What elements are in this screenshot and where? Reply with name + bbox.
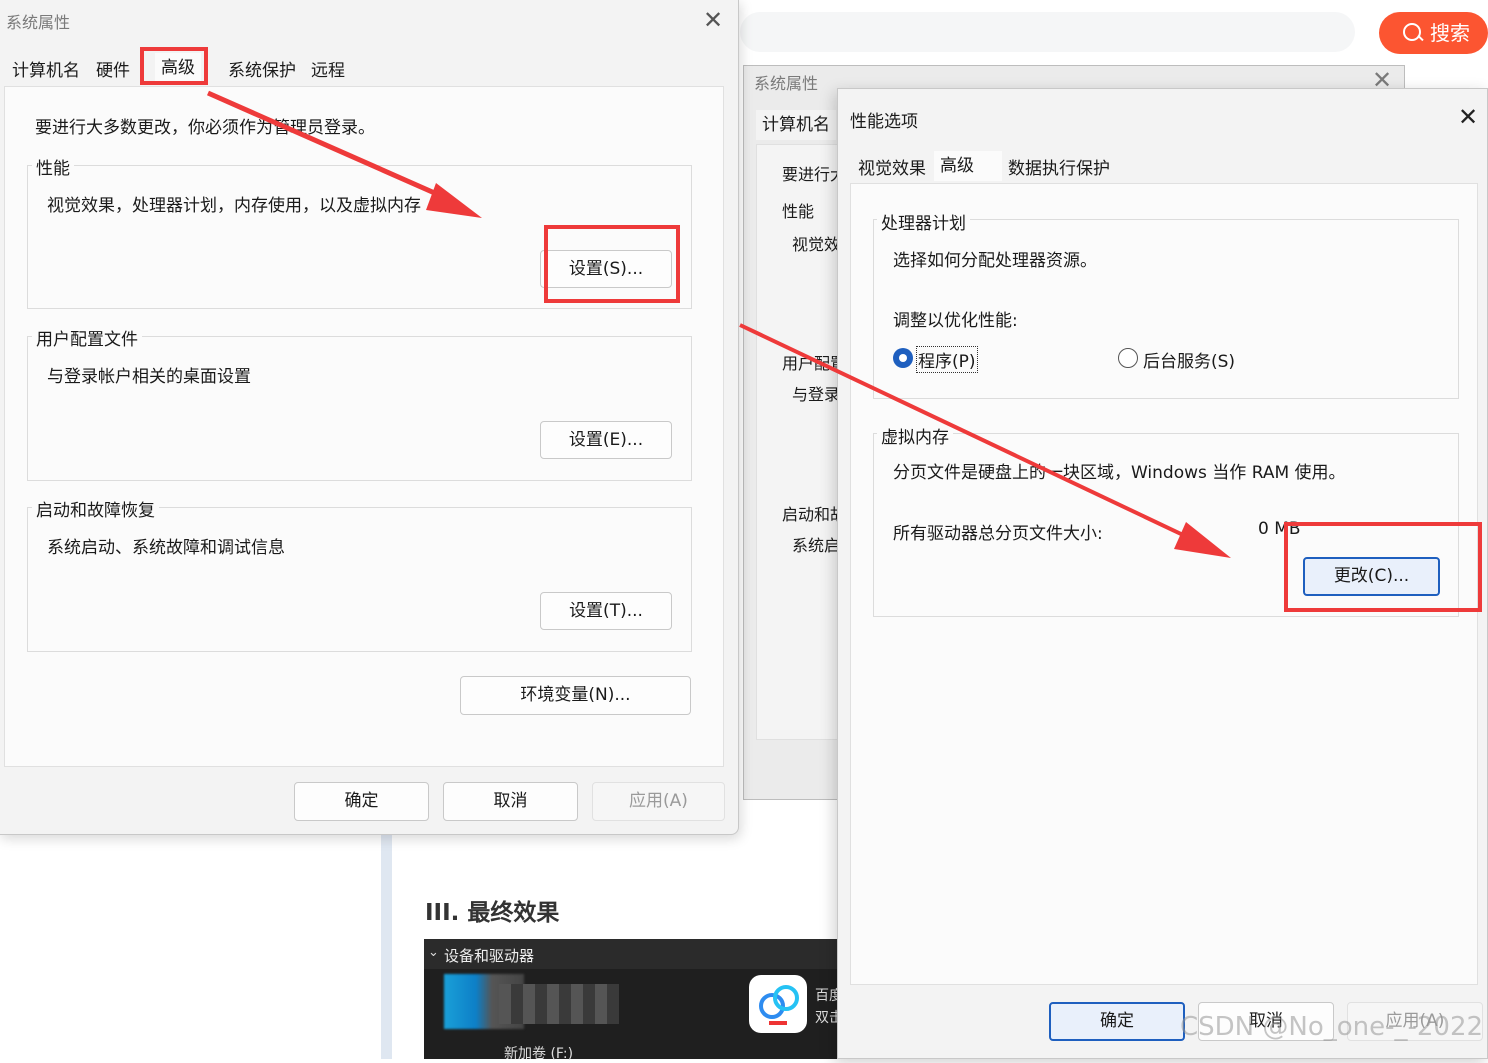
- close-icon[interactable]: ✕: [703, 8, 723, 32]
- performance-settings-button[interactable]: 设置(S)...: [540, 250, 672, 288]
- user-profiles-group: [27, 336, 692, 481]
- environment-variables-button[interactable]: 环境变量(N)...: [460, 676, 691, 715]
- tab-advanced[interactable]: 高级: [155, 53, 201, 83]
- perf-label-fragment: 性能: [782, 202, 815, 221]
- button-label: 取消: [493, 791, 528, 811]
- adjust-label: 调整以优化性能:: [893, 311, 1018, 331]
- total-paging-value: 0 MB: [1258, 519, 1301, 539]
- explorer-screenshot: ⌄ 设备和驱动器 新加卷 (F:) 百度 双击: [424, 939, 844, 1062]
- drive-label: 新加卷 (F:): [504, 1046, 574, 1062]
- tab-visual-effects[interactable]: 视觉效果: [852, 154, 932, 184]
- close-icon[interactable]: ✕: [1458, 105, 1478, 129]
- user-profiles-label: 用户配置文件: [32, 325, 142, 350]
- search-icon: [1403, 23, 1421, 41]
- radio-background-services-label[interactable]: 后台服务(S): [1143, 347, 1235, 372]
- button-label: 确定: [344, 791, 379, 811]
- apply-button[interactable]: 应用(A): [592, 782, 725, 821]
- performance-options-window: 性能选项 ✕ 视觉效果 高级 数据执行保护 处理器计划 选择如何分配处理器资源。…: [837, 88, 1488, 1059]
- ok-button[interactable]: 确定: [1049, 1002, 1185, 1041]
- startup-desc-fragment: 系统启: [792, 536, 841, 555]
- drive-info-pixelated: [499, 984, 619, 1024]
- button-label: 设置(T)...: [569, 601, 643, 621]
- virtual-memory-label: 虚拟内存: [877, 423, 953, 448]
- radio-programs-label[interactable]: 程序(P): [916, 346, 978, 373]
- button-label: 设置(S)...: [568, 259, 644, 279]
- startup-settings-button[interactable]: 设置(T)...: [540, 592, 672, 630]
- tab-remote[interactable]: 远程: [305, 56, 351, 86]
- button-label: 设置(E)...: [568, 430, 644, 450]
- explorer-section-label: 设备和驱动器: [444, 947, 535, 965]
- browser-search-bar[interactable]: [740, 12, 1355, 52]
- user-profiles-settings-button[interactable]: 设置(E)...: [540, 421, 672, 459]
- button-label: 环境变量(N)...: [520, 685, 631, 705]
- tab-dep[interactable]: 数据执行保护: [1002, 154, 1116, 184]
- processor-scheduling-desc: 选择如何分配处理器资源。: [893, 251, 1097, 271]
- tab-advanced[interactable]: 高级: [934, 151, 1002, 181]
- chevron-down-icon: ⌄: [428, 945, 439, 960]
- button-label: 确定: [1100, 1011, 1134, 1031]
- cancel-button[interactable]: 取消: [443, 782, 578, 821]
- performance-desc: 视觉效果，处理器计划，内存使用，以及虚拟内存: [47, 196, 421, 216]
- perf-desc-fragment: 视觉效: [792, 235, 841, 254]
- change-virtual-memory-button[interactable]: 更改(C)...: [1303, 557, 1440, 596]
- startup-recovery-group: [27, 507, 692, 652]
- window-title: 系统属性: [6, 13, 71, 32]
- browser-search-button[interactable]: 搜索: [1379, 12, 1488, 54]
- article-heading: III. 最终效果: [425, 900, 560, 926]
- system-properties-window: 系统属性 ✕ 计算机名 硬件 高级 系统保护 远程 要进行大多数更改，你必须作为…: [0, 0, 739, 835]
- tab-computer-name[interactable]: 计算机名: [6, 56, 86, 86]
- performance-label: 性能: [32, 154, 74, 179]
- tab-hardware[interactable]: 硬件: [90, 56, 136, 86]
- search-button-label: 搜索: [1430, 21, 1470, 45]
- button-label: 更改(C)...: [1333, 566, 1410, 586]
- csdn-watermark: CSDN @No_one-_-2022: [1180, 1012, 1484, 1042]
- radio-programs[interactable]: [893, 348, 913, 368]
- startup-recovery-label: 启动和故障恢复: [32, 496, 159, 521]
- article-left-rule: [381, 830, 392, 1059]
- total-paging-label: 所有驱动器总分页文件大小:: [893, 524, 1103, 544]
- baidu-netdisk-icon: [749, 975, 807, 1033]
- ok-button[interactable]: 确定: [294, 782, 429, 821]
- search-icon-handle: [1417, 34, 1424, 42]
- admin-note: 要进行大多数更改，你必须作为管理员登录。: [35, 118, 375, 138]
- window-title: 性能选项: [850, 112, 918, 132]
- virtual-memory-desc: 分页文件是硬盘上的一块区域，Windows 当作 RAM 使用。: [893, 463, 1346, 483]
- window-title: 系统属性: [754, 74, 819, 93]
- tab-computer-name[interactable]: 计算机名: [756, 110, 836, 140]
- button-label: 应用(A): [629, 791, 688, 811]
- user-profiles-desc: 与登录帐户相关的桌面设置: [47, 367, 251, 387]
- processor-scheduling-label: 处理器计划: [877, 209, 970, 234]
- radio-background-services[interactable]: [1118, 348, 1138, 368]
- startup-recovery-desc: 系统启动、系统故障和调试信息: [47, 538, 285, 558]
- tab-system-protection[interactable]: 系统保护: [222, 56, 302, 86]
- user-desc-fragment: 与登录: [792, 385, 841, 404]
